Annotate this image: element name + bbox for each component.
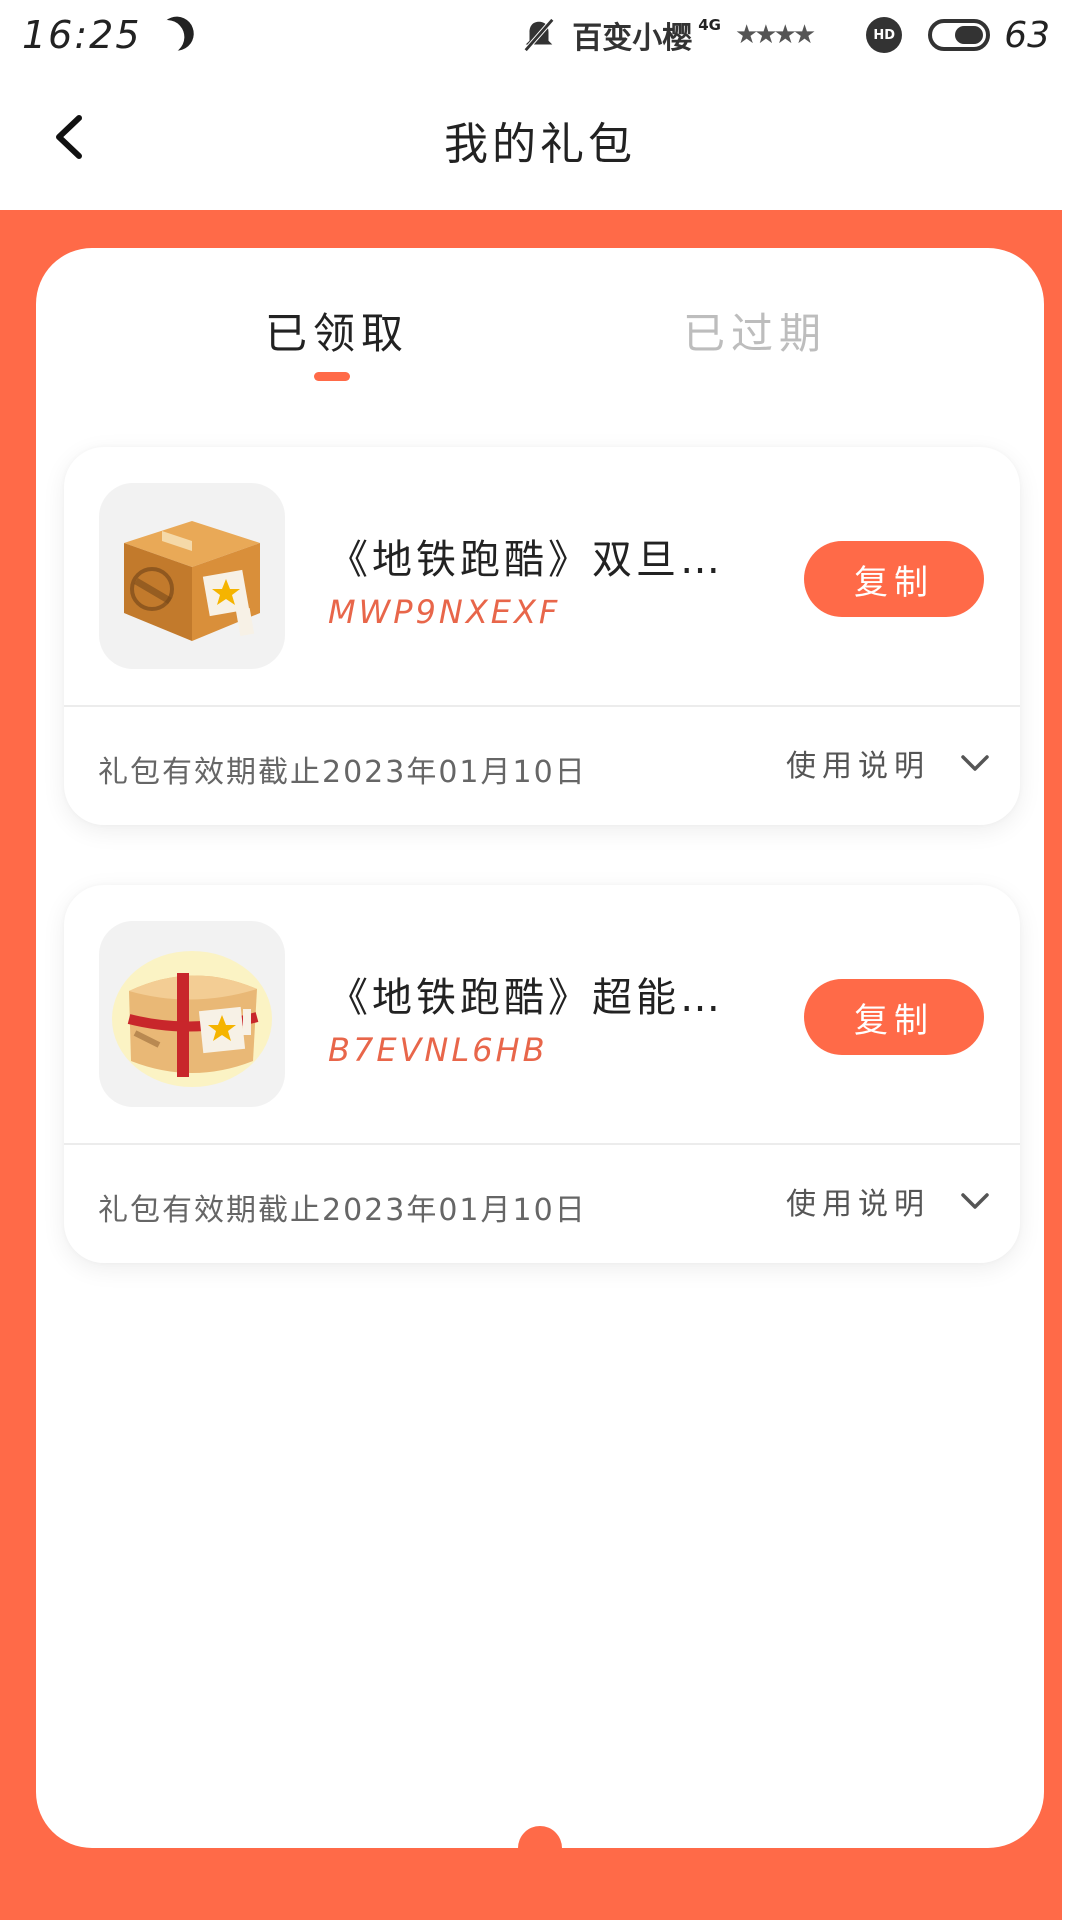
carrier-name: 百变小樱 — [572, 21, 693, 56]
copy-button[interactable]: 复制 — [804, 541, 984, 617]
panel-notch — [518, 1826, 562, 1870]
chevron-down-icon — [961, 755, 989, 771]
status-right: 百变小樱 4G ★★★★ HD 63 — [520, 13, 1050, 57]
right-edge-strip — [1062, 210, 1080, 1920]
battery-level: 63 — [1004, 14, 1050, 56]
expiry-text: 礼包有效期截止2023年01月10日 — [98, 1193, 587, 1228]
package-box-icon — [124, 521, 260, 641]
tab-expired[interactable]: 已过期 — [683, 300, 827, 361]
usage-instructions-toggle[interactable]: 使用说明 — [786, 741, 990, 785]
status-time: 16:25 — [22, 13, 142, 57]
gift-code: MWP9NXEXF — [328, 593, 561, 631]
header: 我的礼包 — [0, 70, 1080, 210]
copy-button[interactable]: 复制 — [804, 979, 984, 1055]
stars-icon: ★★★★ — [734, 20, 816, 50]
chevron-down-icon — [961, 1193, 989, 1209]
gift-image — [99, 483, 285, 669]
gift-code: B7EVNL6HB — [328, 1031, 548, 1069]
active-tab-indicator — [314, 372, 350, 381]
gift-name: 《地铁跑酷》双旦… — [328, 537, 724, 583]
network-type: 4G — [698, 16, 721, 34]
gift-card: 《地铁跑酷》超能… B7EVNL6HB 复制 礼包有效期截止2023年01月10… — [64, 885, 1020, 1263]
moon-icon — [154, 12, 198, 56]
gift-card: 《地铁跑酷》双旦… MWP9NXEXF 复制 礼包有效期截止2023年01月10… — [64, 447, 1020, 825]
battery-icon — [928, 19, 991, 51]
page-title: 我的礼包 — [444, 119, 636, 170]
card-divider — [64, 1143, 1020, 1145]
usage-instructions-toggle[interactable]: 使用说明 — [786, 1179, 990, 1223]
status-left: 16:25 — [22, 13, 190, 57]
card-divider — [64, 705, 1020, 707]
bell-off-icon — [524, 18, 555, 52]
tab-claimed[interactable]: 已领取 — [265, 300, 409, 361]
gift-name: 《地铁跑酷》超能… — [328, 975, 724, 1021]
usage-label: 使用说明 — [786, 1187, 930, 1222]
usage-label: 使用说明 — [786, 749, 930, 784]
gift-parcel-icon — [112, 951, 272, 1087]
expiry-text: 礼包有效期截止2023年01月10日 — [98, 755, 587, 790]
gift-image — [99, 921, 285, 1107]
hd-voice-icon: HD — [866, 17, 903, 53]
status-bar: 16:25 百变小樱 4G ★★★★ HD 63 — [0, 0, 1080, 70]
